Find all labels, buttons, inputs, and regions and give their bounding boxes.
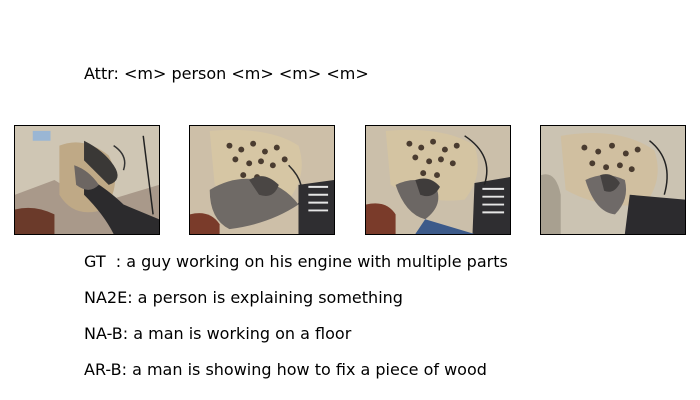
attribute-line: Attr: <m> person <m> <m> <m>	[84, 64, 369, 83]
caption-na-b: NA-B: a man is working on a floor	[84, 324, 352, 343]
caption-gt: GT : a guy working on his engine with mu…	[84, 252, 508, 271]
video-frame-2	[189, 125, 335, 235]
video-frame-3	[365, 125, 511, 235]
video-frame-image	[15, 126, 159, 234]
video-frame-image	[541, 126, 685, 234]
video-frame-image	[366, 126, 510, 234]
caption-na2e: NA2E: a person is explaining something	[84, 288, 403, 307]
video-frame-1	[14, 125, 160, 235]
caption-ar-b: AR-B: a man is showing how to fix a piec…	[84, 360, 487, 379]
video-frame-4	[540, 125, 686, 235]
video-frame-image	[190, 126, 334, 234]
